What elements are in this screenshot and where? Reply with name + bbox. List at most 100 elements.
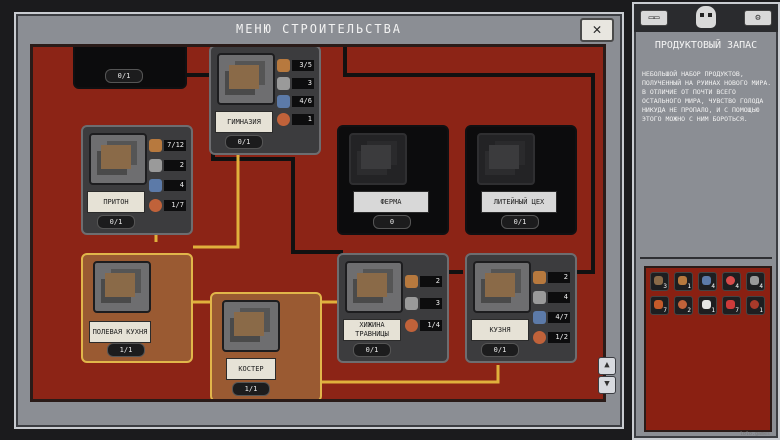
resource-stone: 4 bbox=[533, 291, 571, 304]
settings-button[interactable]: ⚙ bbox=[744, 10, 772, 26]
window-title: МЕНЮ СТРОИТЕЛЬСТВА bbox=[235, 22, 403, 36]
inventory-slot[interactable]: 2 bbox=[674, 296, 693, 315]
planks-icon bbox=[277, 59, 290, 72]
building-label: КУЗНЯ bbox=[471, 319, 529, 341]
building-card-den[interactable]: ПРИТОН 0/1 7/12 2 4 1/7 bbox=[81, 125, 193, 235]
link-active bbox=[318, 365, 500, 384]
item-info-panel: ▭▭ ⚙ ПРОДУКТОВЫЙ ЗАПАС НЕБОЛЬШОЙ НАБОР П… bbox=[632, 2, 780, 440]
build-menu-window: МЕНЮ СТРОИТЕЛЬСТВА ✕ 0/1 ГИМНАЗИЯ 0/1 3/… bbox=[14, 12, 624, 429]
inventory-grid: 3 1 4 4 4 7 2 1 7 1 bbox=[644, 266, 772, 432]
gym-image bbox=[217, 53, 275, 105]
inventory-slot[interactable]: 4 bbox=[722, 272, 741, 291]
skull-icon bbox=[696, 6, 716, 28]
inventory-slot[interactable]: 3 bbox=[650, 272, 669, 291]
building-card-field-kitchen[interactable]: ПОЛЕВАЯ КУХНЯ 1/1 bbox=[81, 253, 193, 363]
map-toggle-button[interactable]: ▭▭ bbox=[640, 10, 668, 26]
building-label: ПОЛЕВАЯ КУХНЯ bbox=[89, 321, 151, 343]
building-card-top-left[interactable]: 0/1 bbox=[73, 47, 187, 89]
divider bbox=[640, 257, 772, 259]
stone-icon bbox=[533, 291, 546, 304]
building-tree-board: 0/1 ГИМНАЗИЯ 0/1 3/5 3 4/6 1 ПРИТОН 0/1 … bbox=[30, 44, 606, 402]
resource-planks: 3/5 bbox=[277, 59, 315, 72]
inventory-slot[interactable]: 1 bbox=[698, 296, 717, 315]
building-count: 0/1 bbox=[105, 69, 143, 83]
orb-icon bbox=[726, 276, 735, 285]
building-count: 0/1 bbox=[225, 135, 263, 149]
herbalist-image bbox=[345, 261, 403, 313]
building-card-herbalist[interactable]: ХИЖИНА ТРАВНИЦЫ 0/1 2 3 1/4 bbox=[337, 253, 449, 363]
building-label: ХИЖИНА ТРАВНИЦЫ bbox=[343, 319, 401, 341]
flask-icon bbox=[726, 300, 735, 309]
building-count: 0 bbox=[373, 215, 411, 229]
bundle-icon bbox=[654, 300, 663, 309]
building-card-foundry[interactable]: ЛИТЕЙНЫЙ ЦЕХ 0/1 bbox=[465, 125, 577, 235]
metal-icon bbox=[533, 311, 546, 324]
resource-food: 1 bbox=[277, 113, 315, 126]
watermark: lolo.games bbox=[739, 431, 770, 437]
resource-metal: 4/7 bbox=[533, 311, 571, 324]
metal-icon bbox=[277, 95, 290, 108]
inventory-slot[interactable]: 1 bbox=[674, 272, 693, 291]
building-label: ФЕРМА bbox=[353, 191, 429, 213]
building-count: 0/1 bbox=[97, 215, 135, 229]
building-card-smithy[interactable]: КУЗНЯ 0/1 2 4 4/7 1/2 bbox=[465, 253, 577, 363]
resource-planks: 2 bbox=[405, 275, 443, 288]
scroll-up-button[interactable]: ▲ bbox=[598, 357, 616, 375]
stone-icon bbox=[277, 77, 290, 90]
food-icon bbox=[678, 300, 687, 309]
inventory-slot[interactable]: 7 bbox=[722, 296, 741, 315]
resource-metal: 4/6 bbox=[277, 95, 315, 108]
campfire-image bbox=[222, 300, 280, 352]
planks-icon bbox=[149, 139, 162, 152]
item-title: ПРОДУКТОВЫЙ ЗАПАС bbox=[654, 40, 758, 51]
side-header: ▭▭ ⚙ bbox=[634, 4, 778, 32]
item-description: НЕБОЛЬШОЙ НАБОР ПРОДУКТОВ, ПОЛУЧЕННЫЙ НА… bbox=[642, 70, 772, 123]
building-count: 0/1 bbox=[501, 215, 539, 229]
planks-icon bbox=[533, 271, 546, 284]
food-icon bbox=[405, 319, 418, 332]
close-button[interactable]: ✕ bbox=[580, 18, 614, 42]
resource-food: 1/7 bbox=[149, 199, 187, 212]
resource-planks: 7/12 bbox=[149, 139, 187, 152]
planks-icon bbox=[405, 275, 418, 288]
building-card-campfire[interactable]: КОСТЕР 1/1 bbox=[210, 292, 322, 399]
inventory-slot[interactable]: 4 bbox=[746, 272, 765, 291]
inventory-slot[interactable]: 7 bbox=[650, 296, 669, 315]
resource-stone: 3 bbox=[405, 297, 443, 310]
building-count: 1/1 bbox=[107, 343, 145, 357]
resource-food: 1/4 bbox=[405, 319, 443, 332]
food-icon bbox=[533, 331, 546, 344]
link-active bbox=[193, 147, 240, 249]
gear-part-icon bbox=[750, 276, 759, 285]
food-icon bbox=[277, 113, 290, 126]
resource-food: 1/2 bbox=[533, 331, 571, 344]
field-kitchen-image bbox=[93, 261, 151, 313]
link bbox=[211, 147, 343, 254]
building-count: 1/1 bbox=[232, 382, 270, 396]
scroll-down-button[interactable]: ▼ bbox=[598, 376, 616, 394]
building-label: ПРИТОН bbox=[87, 191, 145, 213]
building-card-gym[interactable]: ГИМНАЗИЯ 0/1 3/5 3 4/6 1 bbox=[209, 47, 321, 155]
stone-icon bbox=[149, 159, 162, 172]
smithy-image bbox=[473, 261, 531, 313]
resource-stone: 3 bbox=[277, 77, 315, 90]
farm-image bbox=[349, 133, 407, 185]
building-label: КОСТЕР bbox=[226, 358, 276, 380]
den-image bbox=[89, 133, 147, 185]
scrap-icon bbox=[654, 276, 663, 285]
inventory-slot[interactable]: 4 bbox=[698, 272, 717, 291]
building-count: 0/1 bbox=[353, 343, 391, 357]
resource-stone: 2 bbox=[149, 159, 187, 172]
metal-icon bbox=[702, 276, 711, 285]
planks-icon bbox=[678, 276, 687, 285]
ration-icon bbox=[750, 300, 759, 309]
food-icon bbox=[149, 199, 162, 212]
inventory-slot[interactable]: 1 bbox=[746, 296, 765, 315]
building-count: 0/1 bbox=[481, 343, 519, 357]
metal-icon bbox=[149, 179, 162, 192]
foundry-image bbox=[477, 133, 535, 185]
building-label: ЛИТЕЙНЫЙ ЦЕХ bbox=[481, 191, 557, 213]
resource-metal: 4 bbox=[149, 179, 187, 192]
building-card-farm[interactable]: ФЕРМА 0 bbox=[337, 125, 449, 235]
building-label: ГИМНАЗИЯ bbox=[215, 111, 273, 133]
